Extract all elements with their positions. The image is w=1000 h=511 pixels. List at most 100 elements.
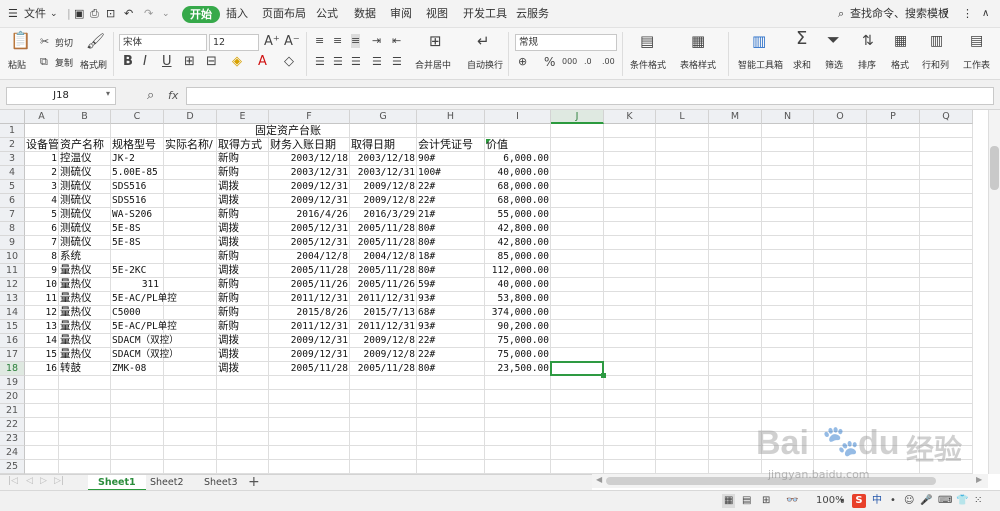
cell[interactable] bbox=[920, 250, 973, 264]
cell[interactable] bbox=[604, 208, 656, 222]
cell[interactable] bbox=[814, 432, 867, 446]
column-header[interactable]: A bbox=[25, 110, 59, 124]
data-cell[interactable] bbox=[164, 362, 217, 376]
decrease-font-icon[interactable]: A⁻ bbox=[284, 35, 300, 49]
cell[interactable] bbox=[59, 460, 111, 474]
data-cell[interactable]: 2009/12/31 bbox=[269, 348, 350, 362]
cell[interactable] bbox=[814, 124, 867, 138]
tab-developer[interactable]: 开发工具 bbox=[463, 0, 507, 28]
cell[interactable] bbox=[762, 292, 814, 306]
data-cell[interactable]: 80# bbox=[417, 222, 485, 236]
cell[interactable] bbox=[164, 432, 217, 446]
sort-button[interactable]: 排序 bbox=[858, 58, 876, 71]
cell[interactable] bbox=[217, 460, 269, 474]
row-header[interactable]: 1 bbox=[0, 124, 25, 138]
data-cell[interactable] bbox=[164, 180, 217, 194]
data-cell[interactable]: 调拨 bbox=[217, 362, 269, 376]
data-cell[interactable]: 59# bbox=[417, 278, 485, 292]
worksheet-button[interactable]: 工作表 bbox=[963, 58, 990, 71]
cell[interactable] bbox=[604, 278, 656, 292]
cell[interactable] bbox=[604, 390, 656, 404]
cell[interactable] bbox=[59, 418, 111, 432]
data-cell[interactable]: 2009/12/8 bbox=[350, 334, 417, 348]
cell[interactable] bbox=[762, 152, 814, 166]
cell[interactable] bbox=[111, 390, 164, 404]
data-cell[interactable]: 测硫仪 bbox=[59, 166, 111, 180]
cell[interactable] bbox=[604, 152, 656, 166]
data-cell[interactable]: 40,000.00 bbox=[485, 278, 551, 292]
redo-icon[interactable]: ↷ bbox=[144, 0, 153, 28]
border-icon[interactable]: ⊞ bbox=[184, 55, 195, 69]
row-header[interactable]: 17 bbox=[0, 348, 25, 362]
hamburger-icon[interactable]: ☰ bbox=[8, 0, 18, 28]
fx-icon[interactable]: fx bbox=[168, 89, 178, 102]
paste-icon[interactable]: 📋 bbox=[10, 33, 31, 50]
row-header[interactable]: 20 bbox=[0, 390, 25, 404]
cell[interactable] bbox=[217, 404, 269, 418]
smart-toolbox-icon[interactable]: ▥ bbox=[752, 34, 766, 49]
cell[interactable] bbox=[269, 418, 350, 432]
cell[interactable] bbox=[867, 222, 920, 236]
cell[interactable] bbox=[867, 460, 920, 474]
increase-decimal-icon[interactable]: .0 bbox=[584, 55, 592, 69]
data-cell[interactable]: 13 bbox=[25, 320, 59, 334]
cell[interactable] bbox=[920, 320, 973, 334]
data-cell[interactable]: 量热仪 bbox=[59, 292, 111, 306]
cell[interactable] bbox=[867, 446, 920, 460]
number-format-select[interactable]: 常规 bbox=[515, 34, 617, 51]
cell[interactable] bbox=[709, 292, 762, 306]
cell[interactable] bbox=[25, 376, 59, 390]
data-cell[interactable]: 12 bbox=[25, 306, 59, 320]
cell[interactable] bbox=[709, 236, 762, 250]
cell[interactable] bbox=[25, 460, 59, 474]
cell[interactable] bbox=[867, 152, 920, 166]
cell[interactable] bbox=[604, 334, 656, 348]
filter-icon[interactable]: ⏷ bbox=[827, 32, 840, 48]
tab-start[interactable]: 开始 bbox=[182, 6, 220, 23]
cell[interactable] bbox=[350, 446, 417, 460]
data-cell[interactable]: 55,000.00 bbox=[485, 208, 551, 222]
cell[interactable] bbox=[604, 180, 656, 194]
cell[interactable] bbox=[920, 362, 973, 376]
cell[interactable] bbox=[709, 138, 762, 152]
cell[interactable] bbox=[814, 152, 867, 166]
cell[interactable] bbox=[656, 460, 709, 474]
data-cell[interactable]: 2009/12/8 bbox=[350, 180, 417, 194]
row-header[interactable]: 7 bbox=[0, 208, 25, 222]
data-cell[interactable]: 5.00E-85 bbox=[111, 166, 164, 180]
cell[interactable] bbox=[656, 390, 709, 404]
search-icon[interactable]: ⌕ bbox=[838, 0, 844, 28]
column-title-g[interactable]: 取得日期 bbox=[350, 138, 417, 152]
sum-icon[interactable]: Σ bbox=[796, 30, 807, 48]
cell[interactable] bbox=[814, 418, 867, 432]
data-cell[interactable]: 调拨 bbox=[217, 222, 269, 236]
cell[interactable] bbox=[485, 376, 551, 390]
cell[interactable] bbox=[867, 208, 920, 222]
font-size-select[interactable]: 12 bbox=[209, 34, 259, 51]
sheet-title[interactable]: 固定资产台账 bbox=[25, 124, 551, 138]
table-style-icon[interactable]: ▦ bbox=[691, 34, 705, 49]
cell[interactable] bbox=[867, 390, 920, 404]
scroll-left-icon[interactable]: ◀ bbox=[596, 475, 602, 484]
cell[interactable] bbox=[551, 292, 604, 306]
cell[interactable] bbox=[814, 222, 867, 236]
cell[interactable] bbox=[814, 446, 867, 460]
cell[interactable] bbox=[814, 404, 867, 418]
punctuation-icon[interactable]: • bbox=[890, 494, 896, 508]
vertical-scroll-thumb[interactable] bbox=[990, 146, 999, 190]
keyboard-icon[interactable]: ⌨ bbox=[938, 494, 952, 508]
data-cell[interactable]: 7 bbox=[25, 236, 59, 250]
data-cell[interactable]: SDS516 bbox=[111, 180, 164, 194]
sum-button[interactable]: 求和 bbox=[793, 58, 811, 71]
align-center-icon[interactable]: ☰ bbox=[333, 55, 343, 69]
cell[interactable] bbox=[709, 432, 762, 446]
data-cell[interactable]: 2005/11/26 bbox=[269, 278, 350, 292]
cell[interactable] bbox=[656, 194, 709, 208]
cell[interactable] bbox=[656, 264, 709, 278]
data-cell[interactable]: 2015/8/26 bbox=[269, 306, 350, 320]
cell[interactable] bbox=[814, 180, 867, 194]
merge-center-button[interactable]: 合并居中 bbox=[415, 58, 451, 71]
cell[interactable] bbox=[59, 446, 111, 460]
cell[interactable] bbox=[656, 404, 709, 418]
cell[interactable] bbox=[485, 432, 551, 446]
